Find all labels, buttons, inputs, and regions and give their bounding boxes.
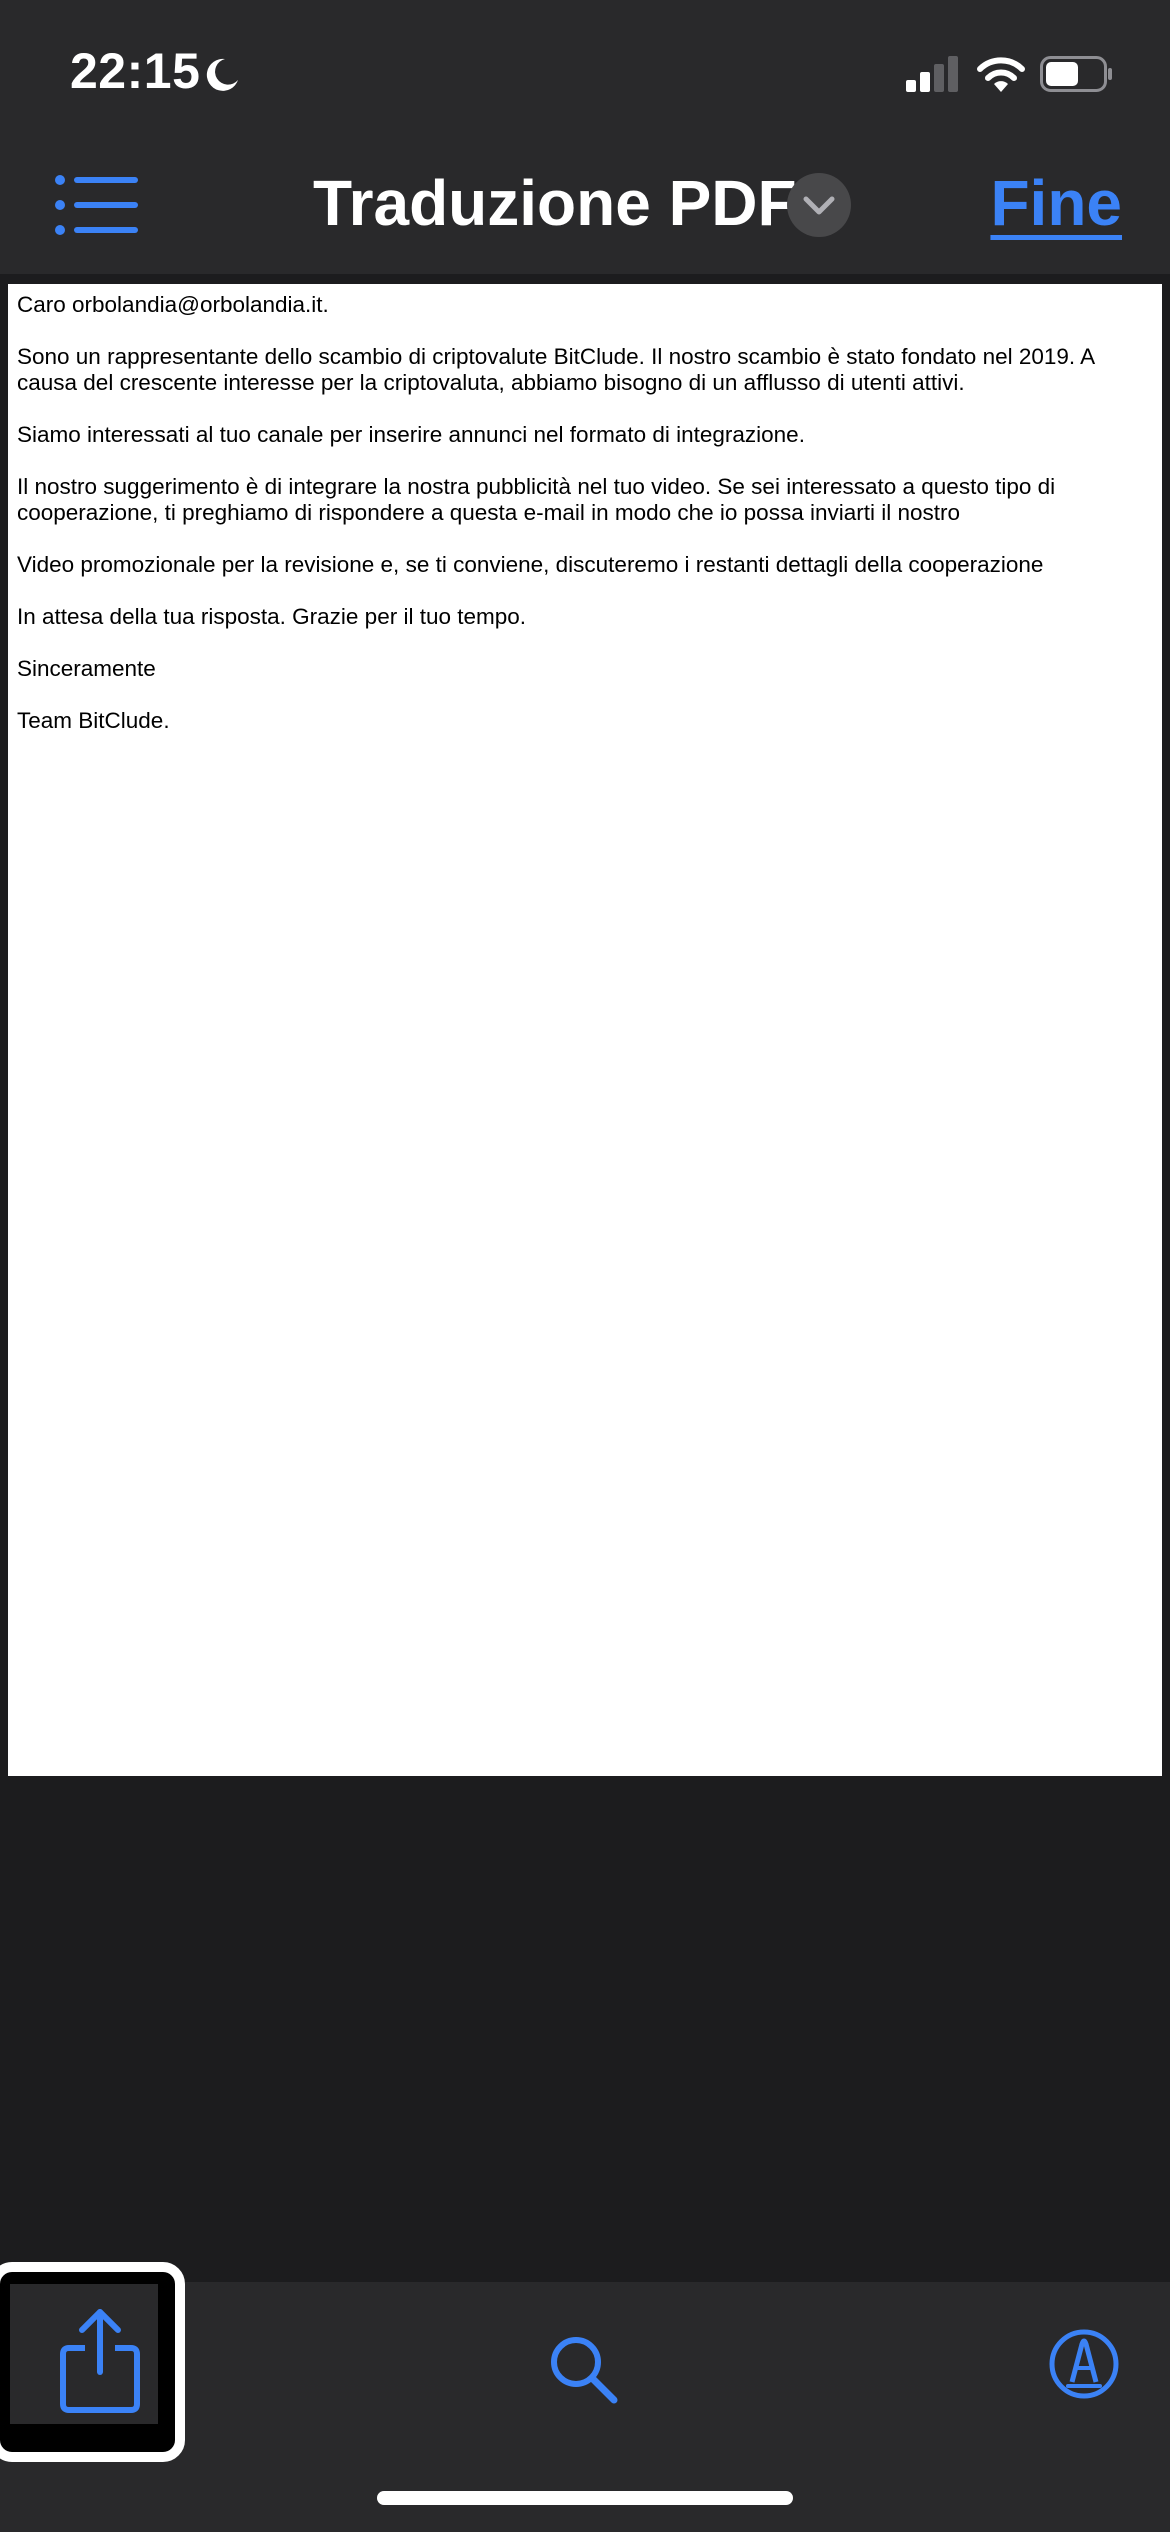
share-button-container: [10, 2284, 158, 2424]
home-indicator[interactable]: [377, 2491, 793, 2505]
share-button-focus-ring: [0, 2262, 185, 2462]
markup-icon[interactable]: [1048, 2328, 1120, 2400]
pdf-translation-screen: 22:15 Traduzione PDF Fine Caro orbolandi…: [0, 0, 1170, 2532]
wifi-icon: [977, 57, 1025, 92]
document-paragraph: Team BitClude.: [17, 708, 170, 733]
battery-icon: [1040, 56, 1112, 92]
document-paragraph: Il nostro suggerimento è di integrare la…: [17, 474, 1056, 525]
document-paragraph: Caro orbolandia@orbolandia.it.: [17, 292, 329, 317]
document-paragraph: Video promozionale per la revisione e, s…: [17, 552, 1044, 577]
document-paragraph: Siamo interessati al tuo canale per inse…: [17, 422, 805, 447]
title-menu-button[interactable]: [787, 173, 851, 237]
status-time: 22:15: [70, 43, 201, 99]
share-icon[interactable]: [55, 2306, 145, 2416]
navigation-bar: Traduzione PDF Fine: [0, 140, 1170, 274]
cellular-signal-icon: [906, 56, 958, 92]
list-icon[interactable]: [52, 170, 142, 240]
status-bar: 22:15: [0, 0, 1170, 140]
done-button[interactable]: Fine: [990, 166, 1122, 240]
chevron-down-icon: [803, 196, 835, 215]
document-viewer[interactable]: Caro orbolandia@orbolandia.it. Sono un r…: [0, 274, 1170, 2264]
document-paragraph: Sono un rappresentante dello scambio di …: [17, 344, 1094, 395]
document-paragraph: Sinceramente: [17, 656, 156, 681]
moon-icon: [206, 58, 238, 91]
document-page: Caro orbolandia@orbolandia.it. Sono un r…: [8, 284, 1162, 1776]
search-icon[interactable]: [548, 2334, 620, 2406]
document-paragraph: In attesa della tua risposta. Grazie per…: [17, 604, 527, 629]
page-title: Traduzione PDF: [313, 167, 797, 239]
